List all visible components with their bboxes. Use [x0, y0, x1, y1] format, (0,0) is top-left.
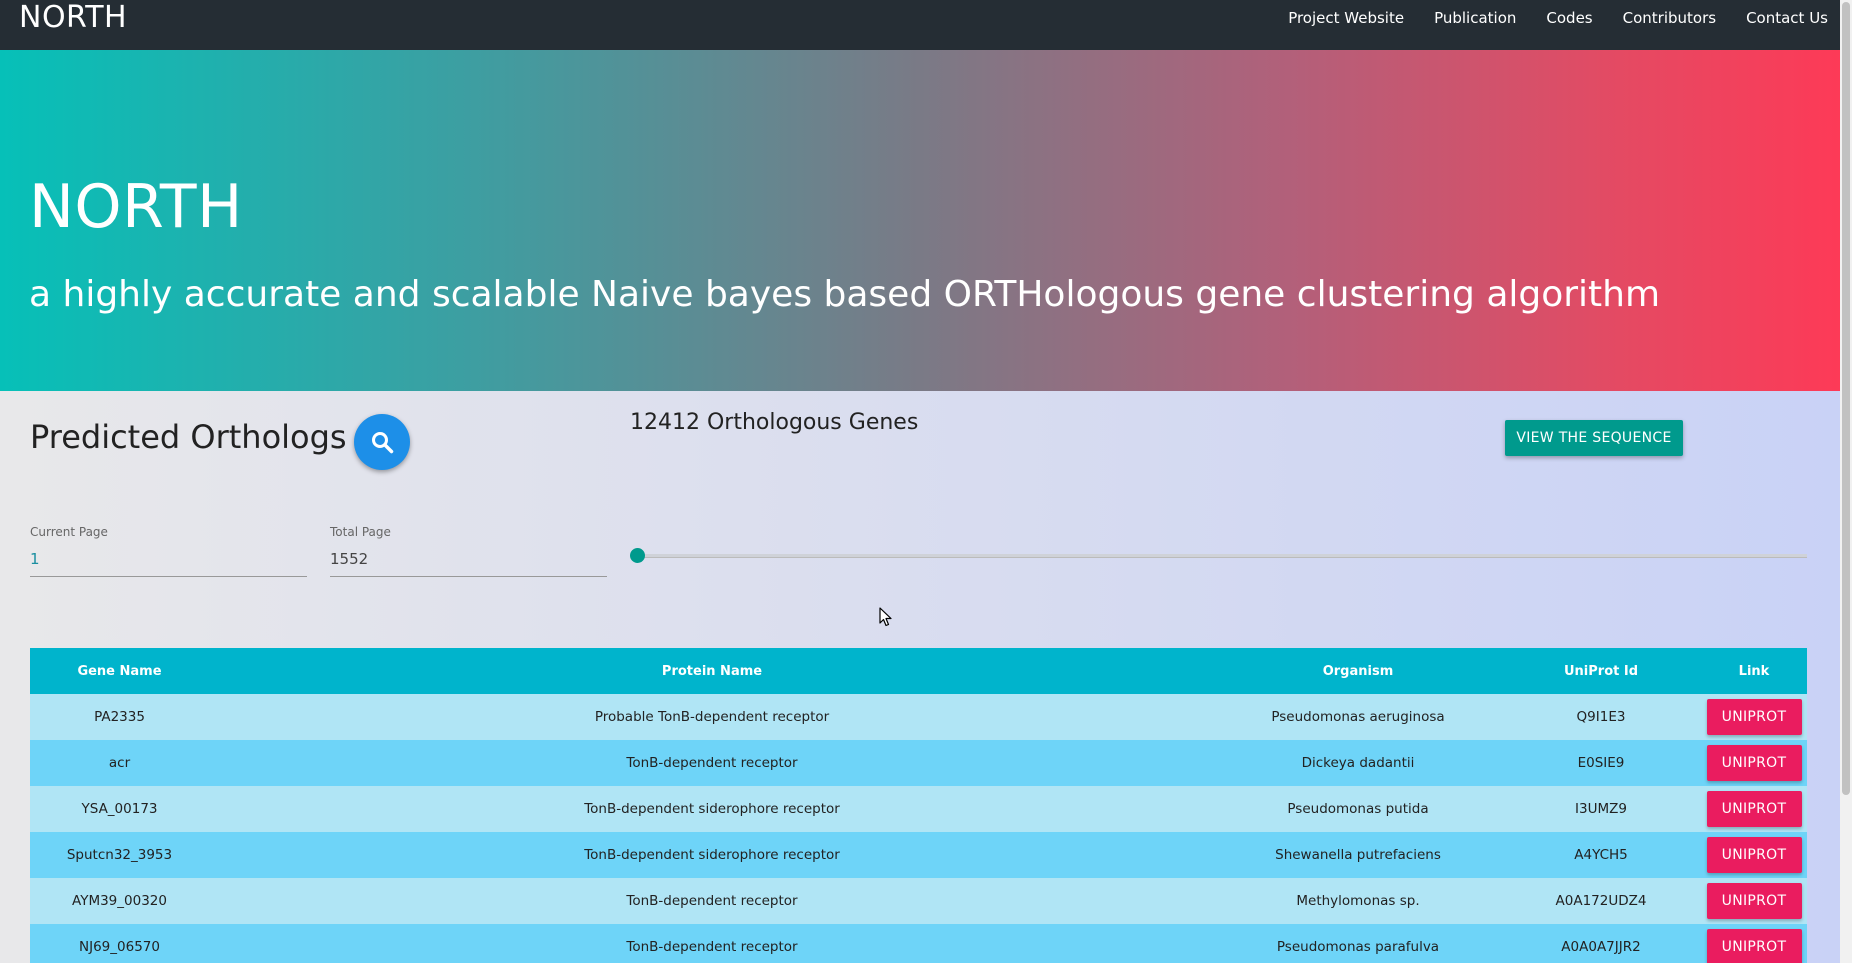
hero-subtitle: a highly accurate and scalable Naive bay…: [29, 274, 1661, 315]
orthologs-section: Predicted Orthologs 12412 Orthologous Ge…: [0, 391, 1840, 963]
nav-link-codes[interactable]: Codes: [1546, 6, 1592, 30]
uniprot-button[interactable]: UNIPROT: [1706, 883, 1802, 919]
table-header-row: Gene Name Protein Name Organism UniProt …: [30, 648, 1807, 694]
column-header-gene-name[interactable]: Gene Name: [30, 648, 209, 694]
uniprot-button[interactable]: UNIPROT: [1706, 929, 1802, 963]
gene-count: 12412 Orthologous Genes: [630, 410, 919, 435]
total-page-label: Total Page: [330, 525, 391, 539]
current-page-input[interactable]: [30, 546, 307, 577]
uniprot-id-cell: E0SIE9: [1501, 740, 1701, 786]
table-row: Sputcn32_3953 TonB-dependent siderophore…: [30, 832, 1807, 878]
protein-name-cell: TonB-dependent siderophore receptor: [209, 786, 1215, 832]
page-slider-track[interactable]: [637, 554, 1807, 558]
search-button[interactable]: [354, 414, 410, 470]
gene-name-cell: Sputcn32_3953: [30, 832, 209, 878]
link-cell: UNIPROT: [1701, 740, 1807, 786]
link-cell: UNIPROT: [1701, 786, 1807, 832]
table-row: AYM39_00320 TonB-dependent receptor Meth…: [30, 878, 1807, 924]
protein-name-cell: TonB-dependent receptor: [209, 878, 1215, 924]
gene-name-cell: YSA_00173: [30, 786, 209, 832]
view-sequence-button[interactable]: VIEW THE SEQUENCE: [1505, 420, 1683, 456]
mouse-cursor-icon: [879, 607, 892, 627]
organism-cell: Pseudomonas aeruginosa: [1215, 694, 1501, 740]
protein-name-cell: TonB-dependent receptor: [209, 924, 1215, 963]
uniprot-id-cell: A4YCH5: [1501, 832, 1701, 878]
uniprot-button[interactable]: UNIPROT: [1706, 837, 1802, 873]
page: NORTH Project Website Publication Codes …: [0, 0, 1840, 963]
link-cell: UNIPROT: [1701, 832, 1807, 878]
brand-logo[interactable]: NORTH: [19, 0, 127, 36]
table-row: NJ69_06570 TonB-dependent receptor Pseud…: [30, 924, 1807, 963]
hero-banner: NORTH a highly accurate and scalable Nai…: [0, 50, 1840, 391]
protein-name-cell: TonB-dependent receptor: [209, 740, 1215, 786]
uniprot-button[interactable]: UNIPROT: [1706, 745, 1802, 781]
organism-cell: Methylomonas sp.: [1215, 878, 1501, 924]
orthologs-table: Gene Name Protein Name Organism UniProt …: [30, 648, 1807, 963]
vertical-scrollbar[interactable]: [1840, 0, 1852, 963]
gene-name-cell: AYM39_00320: [30, 878, 209, 924]
uniprot-button[interactable]: UNIPROT: [1706, 699, 1802, 735]
link-cell: UNIPROT: [1701, 694, 1807, 740]
section-title: Predicted Orthologs: [30, 418, 347, 456]
table-row: YSA_00173 TonB-dependent siderophore rec…: [30, 786, 1807, 832]
protein-name-cell: Probable TonB-dependent receptor: [209, 694, 1215, 740]
search-icon: [372, 432, 394, 454]
uniprot-button[interactable]: UNIPROT: [1706, 791, 1802, 827]
column-header-organism[interactable]: Organism: [1215, 648, 1501, 694]
scrollbar-thumb[interactable]: [1842, 2, 1850, 795]
table-row: PA2335 Probable TonB-dependent receptor …: [30, 694, 1807, 740]
current-page-label: Current Page: [30, 525, 108, 539]
organism-cell: Pseudomonas putida: [1215, 786, 1501, 832]
column-header-protein-name[interactable]: Protein Name: [209, 648, 1215, 694]
column-header-link: Link: [1701, 648, 1807, 694]
uniprot-id-cell: Q9I1E3: [1501, 694, 1701, 740]
gene-name-cell: NJ69_06570: [30, 924, 209, 963]
top-navbar: NORTH Project Website Publication Codes …: [0, 0, 1840, 50]
uniprot-id-cell: A0A0A7JJR2: [1501, 924, 1701, 963]
nav-links: Project Website Publication Codes Contri…: [1258, 6, 1828, 30]
table-row: acr TonB-dependent receptor Dickeya dada…: [30, 740, 1807, 786]
organism-cell: Shewanella putrefaciens: [1215, 832, 1501, 878]
current-page-field: Current Page: [30, 524, 307, 577]
link-cell: UNIPROT: [1701, 878, 1807, 924]
column-header-uniprot-id[interactable]: UniProt Id: [1501, 648, 1701, 694]
nav-link-publication[interactable]: Publication: [1434, 6, 1516, 30]
total-page-input: [330, 546, 607, 577]
uniprot-id-cell: A0A172UDZ4: [1501, 878, 1701, 924]
total-page-field: Total Page: [330, 524, 607, 577]
nav-link-contributors[interactable]: Contributors: [1623, 6, 1716, 30]
page-slider-thumb[interactable]: [630, 548, 645, 563]
hero-title: NORTH: [29, 172, 243, 242]
gene-name-cell: acr: [30, 740, 209, 786]
organism-cell: Dickeya dadantii: [1215, 740, 1501, 786]
link-cell: UNIPROT: [1701, 924, 1807, 963]
uniprot-id-cell: I3UMZ9: [1501, 786, 1701, 832]
nav-link-project-website[interactable]: Project Website: [1288, 6, 1404, 30]
nav-link-contact-us[interactable]: Contact Us: [1746, 6, 1828, 30]
organism-cell: Pseudomonas parafulva: [1215, 924, 1501, 963]
protein-name-cell: TonB-dependent siderophore receptor: [209, 832, 1215, 878]
gene-name-cell: PA2335: [30, 694, 209, 740]
